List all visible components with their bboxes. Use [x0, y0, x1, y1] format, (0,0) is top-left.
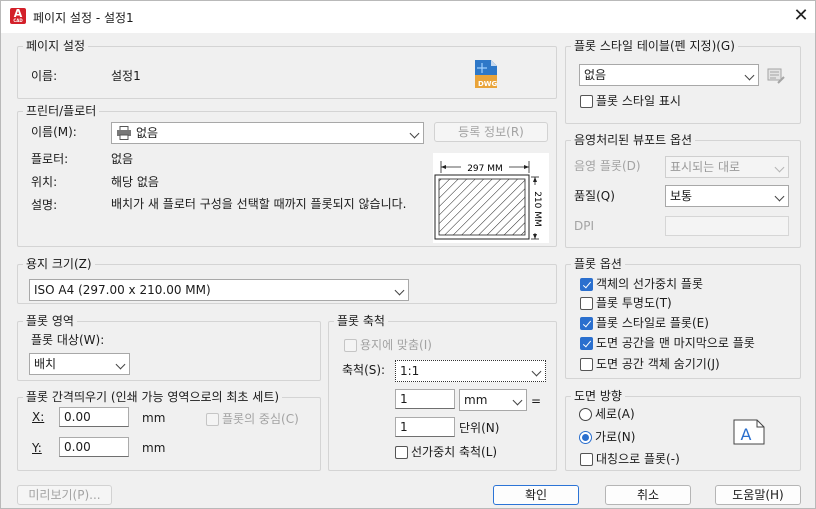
center-plot-checkbox[interactable]	[206, 413, 219, 426]
landscape-orientation-icon: A	[733, 419, 765, 445]
page-setup-name-value: 설정1	[111, 69, 141, 83]
plot-area-group-title: 플롯 영역	[23, 314, 77, 328]
page-setup-dialog: A CAD 페이지 설정 - 설정1 ✕ 페이지 설정 이름: 설정1 DWG 프…	[0, 0, 816, 509]
description-label: 설명:	[31, 198, 58, 212]
quality-label: 품질(Q)	[574, 189, 615, 203]
plot-paperspace-last-label: 도면 공간을 맨 마지막으로 플롯	[596, 336, 755, 350]
svg-text:A: A	[741, 425, 752, 444]
fit-to-paper-checkbox[interactable]	[344, 339, 357, 352]
fit-to-paper-label: 용지에 맞춤(I)	[360, 338, 432, 352]
plot-with-styles-label: 플롯 스타일로 플롯(E)	[596, 316, 709, 330]
printer-name-select[interactable]: 없음	[111, 122, 424, 144]
portrait-radio[interactable]	[579, 408, 592, 421]
scale-value1-input[interactable]: 1	[395, 389, 455, 409]
plot-options-group-title: 플롯 옵션	[571, 257, 625, 271]
dpi-label: DPI	[574, 219, 595, 233]
hide-paperspace-objects-label: 도면 공간 객체 숨기기(J)	[596, 357, 720, 371]
preview-button[interactable]: 미리보기(P)...	[17, 485, 112, 505]
edit-plot-style-icon[interactable]	[766, 66, 786, 86]
plotter-label: 플로터:	[31, 152, 69, 166]
offset-x-input[interactable]: 0.00	[59, 407, 129, 427]
location-label: 위치:	[31, 175, 58, 189]
paper-preview: 297 MM 210 MM	[433, 153, 549, 243]
svg-text:297 MM: 297 MM	[467, 164, 503, 174]
close-icon[interactable]: ✕	[791, 6, 811, 26]
offset-x-label: X:	[32, 410, 45, 424]
description-value: 배치가 새 플로터 구성을 선택할 때까지 플롯되지 않습니다.	[111, 197, 407, 211]
plot-what-select[interactable]: 배치	[29, 353, 130, 375]
printer-name-label: 이름(M):	[31, 125, 77, 139]
page-setup-name-label: 이름:	[31, 69, 58, 83]
offset-x-unit: mm	[142, 411, 166, 425]
display-plot-styles-checkbox[interactable]	[580, 95, 593, 108]
shade-plot-label: 음영 플롯(D)	[574, 159, 641, 173]
offset-y-input[interactable]: 0.00	[59, 437, 129, 457]
scale-select[interactable]: 1:1	[395, 360, 546, 382]
display-plot-styles-label: 플롯 스타일 표시	[596, 94, 681, 108]
plotter-value: 없음	[111, 152, 134, 166]
chevron-down-icon	[512, 395, 523, 406]
units-label: 단위(N)	[459, 421, 500, 435]
plot-offset-group-title: 플롯 간격띄우기 (인쇄 가능 영역으로의 최초 세트)	[23, 390, 283, 404]
landscape-radio[interactable]	[579, 431, 592, 444]
plot-with-styles-checkbox[interactable]	[580, 317, 593, 330]
equals-sign: =	[531, 394, 542, 408]
title-bar: A CAD 페이지 설정 - 설정1 ✕	[1, 1, 815, 33]
page-setup-group-title: 페이지 설정	[23, 39, 89, 53]
plot-style-select[interactable]: 없음	[579, 64, 759, 86]
upside-down-label: 대칭으로 플롯(-)	[596, 452, 680, 466]
cancel-button[interactable]: 취소	[605, 485, 691, 505]
offset-y-unit: mm	[142, 441, 166, 455]
plot-transparency-label: 플롯 투명도(T)	[596, 296, 672, 310]
printer-group-title: 프린터/플로터	[23, 104, 100, 118]
plot-paperspace-last-checkbox[interactable]	[580, 337, 593, 350]
plot-what-label: 플롯 대상(W):	[31, 333, 105, 347]
landscape-label: 가로(N)	[595, 430, 636, 444]
plot-scale-group-title: 플롯 축척	[334, 314, 388, 328]
svg-text:210 MM: 210 MM	[532, 191, 542, 227]
properties-button[interactable]: 등록 정보(R)	[434, 122, 548, 142]
plot-lineweights-label: 객체의 선가중치 플롯	[596, 277, 703, 291]
printer-icon	[116, 126, 132, 140]
upside-down-checkbox[interactable]	[580, 453, 593, 466]
plot-transparency-checkbox[interactable]	[580, 297, 593, 310]
hide-paperspace-objects-checkbox[interactable]	[580, 358, 593, 371]
chevron-down-icon	[531, 366, 542, 377]
chevron-down-icon	[774, 162, 785, 173]
center-plot-label: 플롯의 중심(C)	[222, 412, 299, 426]
plot-lineweights-checkbox[interactable]	[580, 278, 593, 291]
scale-value2-input[interactable]: 1	[395, 417, 455, 437]
chevron-down-icon	[115, 359, 126, 370]
quality-select[interactable]: 보통	[665, 185, 789, 207]
window-title: 페이지 설정 - 설정1	[33, 11, 134, 25]
chevron-down-icon	[394, 285, 405, 296]
help-button[interactable]: 도움말(H)	[715, 485, 801, 505]
chevron-down-icon	[409, 128, 420, 139]
svg-text:DWG: DWG	[478, 80, 498, 88]
app-icon: A CAD	[10, 8, 26, 24]
paper-size-group-title: 용지 크기(Z)	[23, 257, 95, 271]
scale-lineweights-label: 선가중치 축척(L)	[411, 445, 498, 459]
chevron-down-icon	[774, 191, 785, 202]
ok-button[interactable]: 확인	[493, 485, 579, 505]
portrait-label: 세로(A)	[595, 407, 635, 421]
dpi-input[interactable]	[665, 216, 789, 236]
orientation-group-title: 도면 방향	[571, 389, 625, 403]
dwg-file-icon: DWG	[473, 59, 499, 89]
shade-plot-select[interactable]: 표시되는 대로	[665, 156, 789, 178]
offset-y-label: Y:	[32, 441, 42, 455]
scale-unit-select[interactable]: mm	[459, 389, 527, 411]
shaded-viewport-group-title: 음영처리된 뷰포트 옵션	[571, 133, 696, 147]
location-value: 해당 없음	[111, 175, 159, 189]
chevron-down-icon	[744, 70, 755, 81]
scale-lineweights-checkbox[interactable]	[395, 446, 408, 459]
paper-size-select[interactable]: ISO A4 (297.00 x 210.00 MM)	[29, 279, 409, 301]
scale-label: 축척(S):	[342, 363, 386, 377]
plot-style-group-title: 플롯 스타일 테이블(펜 지정)(G)	[571, 39, 738, 53]
